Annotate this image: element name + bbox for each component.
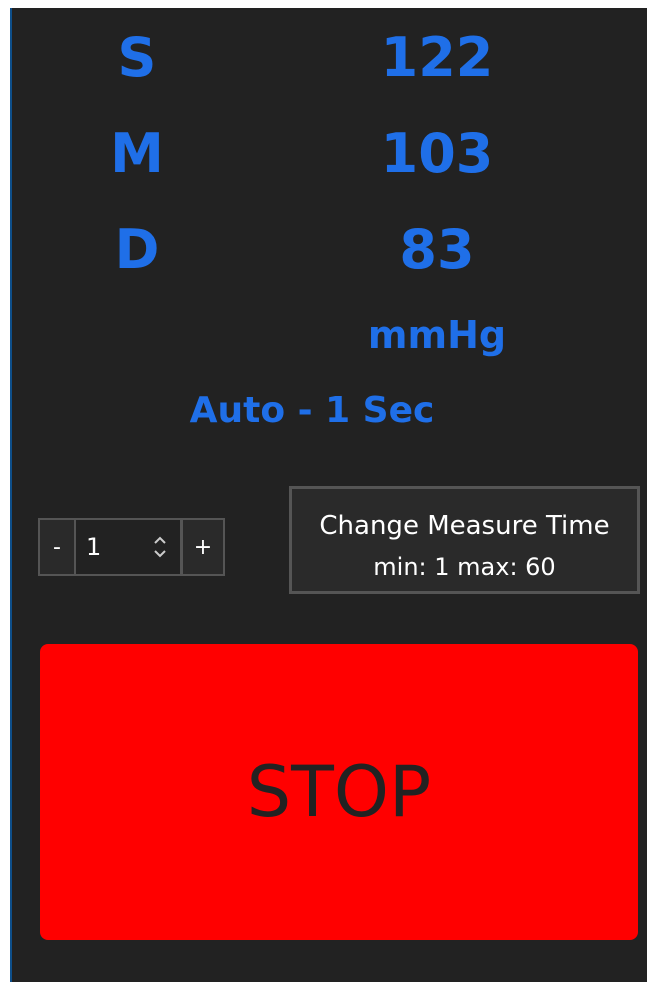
increment-button[interactable]: + — [181, 518, 225, 576]
pressure-unit: mmHg — [367, 313, 507, 357]
stop-button[interactable]: STOP — [40, 644, 638, 940]
decrement-button[interactable]: - — [38, 518, 76, 576]
systolic-value: 122 — [380, 26, 494, 89]
mean-value: 103 — [380, 122, 494, 185]
measure-time-stepper[interactable] — [74, 518, 182, 576]
measurement-panel: S 122 M 103 D 83 mmHg Auto - 1 Sec - + C… — [10, 8, 647, 982]
change-measure-time-button[interactable]: Change Measure Time min: 1 max: 60 — [289, 486, 640, 594]
systolic-label: S — [117, 26, 157, 89]
mean-label: M — [110, 122, 164, 185]
measure-time-input[interactable] — [86, 533, 146, 561]
measure-time-range-label: min: 1 max: 60 — [373, 553, 556, 581]
measure-mode-label: Auto - 1 Sec — [189, 390, 435, 431]
diastolic-value: 83 — [399, 218, 475, 281]
change-measure-time-label: Change Measure Time — [319, 511, 610, 541]
spin-arrows-icon[interactable] — [150, 532, 170, 562]
diastolic-label: D — [114, 218, 160, 281]
